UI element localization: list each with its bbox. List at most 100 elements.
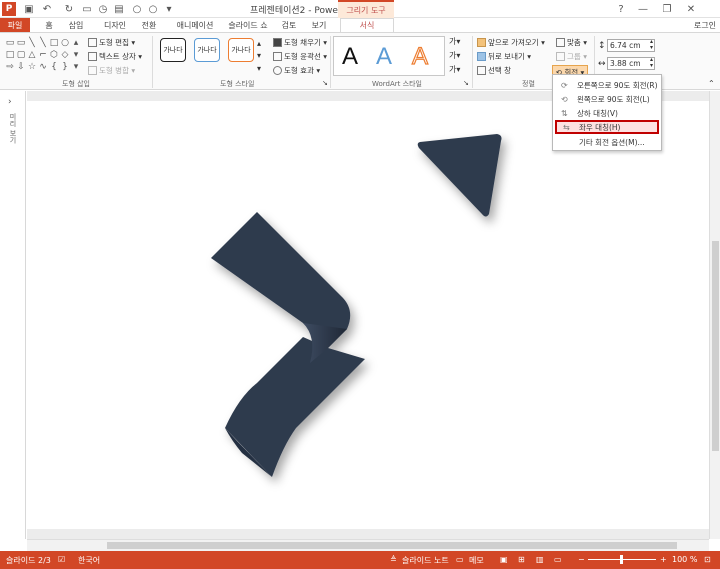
align-button[interactable]: 맞춤 ▾ [556, 37, 587, 48]
notes-icon[interactable]: ≜ [390, 555, 397, 564]
tab-design[interactable]: 디자인 [98, 18, 132, 32]
height-field[interactable]: 6.74 cm [607, 39, 655, 52]
tab-view[interactable]: 보기 [308, 18, 330, 32]
oval-shape-icon[interactable]: ○ [60, 37, 70, 48]
shape-circle-icon[interactable]: ○ [130, 2, 144, 16]
curve-shape-icon[interactable]: ∿ [38, 61, 48, 72]
shape-outline-button[interactable]: 도형 윤곽선 ▾ [273, 51, 327, 62]
undo-icon[interactable]: ↶ [40, 2, 54, 16]
brace-shape-icon[interactable]: { [49, 61, 59, 72]
redo-icon[interactable]: ↻ [62, 2, 76, 16]
tab-home[interactable]: 홈 [38, 18, 60, 32]
line-shape-icon[interactable]: ╲ [27, 37, 37, 48]
gallery-more-icon[interactable]: ▾ [257, 64, 261, 73]
shape-fill-button[interactable]: 도형 채우기 ▾ [273, 37, 327, 48]
rectangle-shape-icon-3[interactable]: □ [5, 49, 15, 60]
zoom-in-icon[interactable]: + [660, 555, 667, 564]
width-field[interactable]: 3.88 cm [607, 57, 655, 70]
shape-style-preset-2[interactable]: 가나다 [194, 38, 220, 62]
text-effects-icon[interactable]: 가▾ [449, 64, 460, 75]
triangle-shape-icon[interactable]: △ [27, 49, 37, 60]
thumbnail-panel-label[interactable]: 미리 보기 [8, 113, 18, 143]
notes-button[interactable]: 슬라이드 노트 [402, 555, 449, 566]
arrow-shape-icon-2[interactable]: ⇩ [16, 61, 26, 72]
shape-gallery[interactable]: ▭ ▭ ╲ ╲ □ ○ ▴ □ ▢ △ ⌐ ⬡ ◇ ▾ ⇨ ⇩ ☆ ∿ { } … [5, 37, 83, 75]
vertical-scrollbar[interactable] [709, 91, 720, 539]
spell-check-icon[interactable]: ☑ [58, 555, 65, 564]
send-backward-button[interactable]: 뒤로 보내기 ▾ [477, 51, 531, 62]
wordart-dialog-launcher-icon[interactable]: ↘ [463, 79, 469, 87]
text-box-shape-icon[interactable]: ▭ [5, 37, 15, 48]
login-link[interactable]: 로그인 [694, 20, 716, 31]
dialog-launcher-icon[interactable]: ↘ [322, 79, 328, 87]
edit-shape-button[interactable]: 도형 편집 ▾ [88, 37, 135, 48]
expand-panel-icon[interactable]: › [8, 97, 12, 107]
text-outline-icon[interactable]: 가▾ [449, 50, 460, 61]
collapse-ribbon-icon[interactable]: ⌃ [708, 79, 715, 88]
height-spinner[interactable]: ▴ ▾ [650, 39, 653, 51]
horizontal-scroll-thumb[interactable] [107, 542, 677, 549]
customize-quick-access-icon[interactable]: ▾ [162, 2, 176, 16]
selection-pane-button[interactable]: 선택 창 [477, 65, 511, 76]
menu-item-rotate-left[interactable]: ⟲ 왼쪽으로 90도 회전(L) [555, 92, 659, 106]
menu-item-flip-vertical[interactable]: ⇅ 상하 대칭(V) [555, 106, 659, 120]
close-button[interactable]: ✕ [680, 1, 702, 17]
insert-icon[interactable]: ▤ [112, 2, 126, 16]
shape-effects-button[interactable]: 도형 효과 ▾ [273, 65, 320, 76]
comments-icon[interactable]: ▭ [456, 555, 464, 564]
width-spinner[interactable]: ▴ ▾ [650, 57, 653, 69]
shape-style-preset-3[interactable]: 가나다 [228, 38, 254, 62]
text-fill-icon[interactable]: 가▾ [449, 36, 460, 47]
shape-circle-icon-2[interactable]: ○ [146, 2, 160, 16]
zoom-level[interactable]: 100 % [672, 555, 697, 564]
wordart-gallery[interactable]: A A A [333, 36, 445, 76]
rounded-rectangle-shape-icon[interactable]: ▢ [16, 49, 26, 60]
zoom-out-icon[interactable]: − [578, 555, 585, 564]
tab-animations[interactable]: 애니메이션 [170, 18, 220, 32]
slideshow-view-icon[interactable]: ▭ [554, 555, 562, 564]
bring-forward-button[interactable]: 앞으로 가져오기 ▾ [477, 37, 545, 48]
line-shape-icon-2[interactable]: ╲ [38, 37, 48, 48]
replay-icon[interactable]: ◷ [96, 2, 110, 16]
floppy-icon[interactable]: ▣ [22, 2, 36, 16]
tab-insert[interactable]: 삽입 [62, 18, 90, 32]
scroll-down-icon[interactable]: ▾ [71, 49, 81, 60]
menu-item-rotate-right[interactable]: ⟳ 오른쪽으로 90도 회전(R) [555, 78, 659, 92]
hexagon-shape-icon[interactable]: ⬡ [49, 49, 59, 60]
more-shapes-icon[interactable]: ▾ [71, 61, 81, 72]
comments-button[interactable]: 메모 [469, 555, 484, 566]
tab-slideshow[interactable]: 슬라이드 쇼 [222, 18, 274, 32]
shape-style-preset-1[interactable]: 가나다 [160, 38, 186, 62]
rectangle-shape-icon[interactable]: ▭ [16, 37, 26, 48]
slide-canvas[interactable] [27, 101, 709, 529]
triangle-shape[interactable] [417, 134, 502, 217]
wordart-sample-2[interactable]: A [376, 43, 392, 71]
new-slide-icon[interactable]: ▭ [80, 2, 94, 16]
rectangle-shape-icon-2[interactable]: □ [49, 37, 59, 48]
language-indicator[interactable]: 한국어 [78, 555, 100, 566]
normal-view-icon[interactable]: ▣ [500, 555, 508, 564]
star-shape-icon[interactable]: ☆ [27, 61, 37, 72]
tab-transitions[interactable]: 전환 [136, 18, 162, 32]
shape-icon[interactable]: ◇ [60, 49, 70, 60]
tab-format[interactable]: 서식 [340, 18, 394, 32]
gallery-scroll-up-icon[interactable]: ▴ [257, 39, 261, 48]
scroll-up-icon[interactable]: ▴ [71, 37, 81, 48]
menu-item-more-rotation-options[interactable]: 기타 회전 옵션(M)... [555, 135, 659, 149]
slide-sorter-icon[interactable]: ⊞ [518, 555, 525, 564]
minimize-button[interactable]: — [632, 1, 654, 17]
tab-review[interactable]: 검토 [278, 18, 300, 32]
horizontal-scrollbar[interactable] [27, 539, 709, 551]
menu-item-flip-horizontal[interactable]: ⇆ 좌우 대칭(H) [555, 120, 659, 134]
arrow-shape-icon[interactable]: ⇨ [5, 61, 15, 72]
fit-to-window-icon[interactable]: ⊡ [704, 555, 711, 564]
wordart-sample-1[interactable]: A [342, 43, 358, 71]
wordart-sample-3[interactable]: A [411, 42, 428, 71]
reading-view-icon[interactable]: ▥ [536, 555, 544, 564]
brace-shape-icon-2[interactable]: } [60, 61, 70, 72]
restore-button[interactable]: ❐ [656, 1, 678, 17]
elbow-shape-icon[interactable]: ⌐ [38, 49, 48, 60]
text-box-button[interactable]: 텍스트 상자 ▾ [88, 51, 142, 62]
gallery-scroll-down-icon[interactable]: ▾ [257, 51, 261, 60]
powerpoint-logo-icon[interactable]: P [2, 2, 16, 16]
